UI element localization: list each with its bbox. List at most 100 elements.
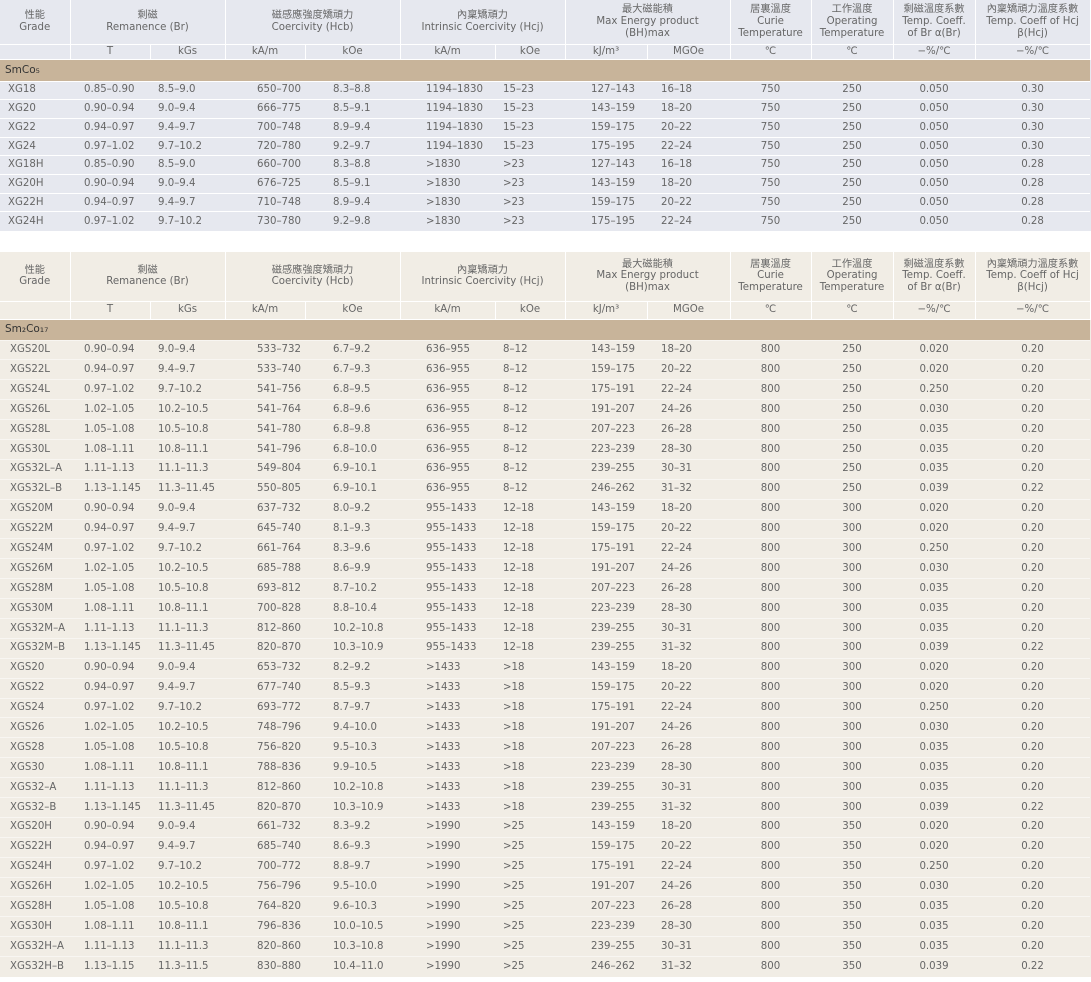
grade-cell: XGS22L	[0, 359, 70, 380]
value-cell: 31–32	[647, 956, 731, 977]
value-cell: 1.11–1.13	[70, 617, 150, 639]
value-cell: 16–18	[647, 155, 731, 175]
value-cell: 9.0–9.4	[150, 816, 226, 838]
value-cell: 645–740	[225, 518, 306, 539]
value-cell: 0.94–0.97	[70, 836, 150, 858]
value-cell: >1990	[400, 876, 496, 897]
value-cell: 250	[811, 339, 894, 360]
value-cell: 12–18	[495, 498, 566, 520]
value-cell: 0.020	[893, 339, 976, 360]
grade-cell: XGS28M	[0, 578, 70, 599]
value-cell: 28–30	[647, 438, 731, 460]
grade-cell: XG18	[0, 80, 70, 100]
value-cell: 700–748	[225, 117, 306, 138]
value-cell: 250	[811, 136, 894, 156]
value-cell: 246–262	[565, 956, 648, 977]
table-row: XGS28M 1.05–1.08 10.5–10.8 693–812 8.7–10.2 9…	[0, 578, 1091, 599]
value-cell: >18	[495, 677, 566, 699]
value-cell: 24–26	[647, 717, 731, 738]
value-cell: 10.2–10.5	[150, 558, 226, 579]
max-energy-header: 最大磁能積 Max Energy product (BH)max	[565, 0, 731, 44]
table-row: XGS24 0.97–1.02 9.7–10.2 693–772 8.7–9.7 >143…	[0, 697, 1091, 718]
table-row: XGS30 1.08–1.11 10.8–11.1 788–836 9.9–10.5 >1…	[0, 757, 1091, 778]
value-cell: 8.3–9.2	[305, 816, 401, 838]
value-cell: 8.5–9.0	[150, 80, 226, 100]
value-cell: 0.250	[893, 538, 976, 559]
table-row: XGS32M–B 1.13–1.145 11.3–11.45 820–870 10.3–…	[0, 637, 1091, 659]
remanence-header: 剩磁 Remanence (Br)	[70, 252, 226, 301]
value-cell: 18–20	[647, 339, 731, 360]
value-cell: 0.20	[975, 419, 1091, 440]
value-cell: 300	[811, 717, 894, 738]
value-cell: 10.5–10.8	[150, 896, 226, 917]
value-cell: 0.20	[975, 677, 1091, 699]
unit-cell: −%/℃	[893, 300, 976, 320]
value-cell: 223–239	[565, 598, 648, 619]
value-cell: 10.3–10.9	[305, 796, 401, 818]
value-cell: 0.035	[893, 896, 976, 917]
value-cell: 8.8–9.7	[305, 856, 401, 878]
grade-cell: XGS26H	[0, 876, 70, 897]
value-cell: 8.3–8.8	[305, 80, 401, 100]
value-cell: 159–175	[565, 518, 648, 539]
value-cell: 820–870	[225, 796, 306, 818]
value-cell: 8.5–9.3	[305, 677, 401, 699]
grade-cell: XGS32–A	[0, 777, 70, 798]
table-row: XG22 0.94–0.97 9.4–9.7 700–748 8.9–9.4 1194–1…	[0, 117, 1091, 138]
value-cell: 250	[811, 99, 894, 119]
value-cell: 0.20	[975, 777, 1091, 798]
table-row: XGS26L 1.02–1.05 10.2–10.5 541–764 6.8–9.6 63…	[0, 399, 1091, 420]
grade-cell: XGS32L–A	[0, 458, 70, 480]
value-cell: 9.0–9.4	[150, 99, 226, 119]
value-cell: 636–955	[400, 419, 496, 440]
value-cell: 0.20	[975, 737, 1091, 758]
grade-cell: XGS22H	[0, 836, 70, 858]
value-cell: >18	[495, 777, 566, 798]
value-cell: 10.2–10.5	[150, 876, 226, 897]
value-cell: 955–1433	[400, 598, 496, 619]
value-cell: 800	[730, 578, 812, 599]
value-cell: 9.0–9.4	[150, 173, 226, 194]
value-cell: 9.2–9.8	[305, 211, 401, 231]
section-label-smco5: SmCo₅	[0, 59, 1091, 81]
value-cell: 800	[730, 598, 812, 619]
value-cell: 250	[811, 419, 894, 440]
value-cell: >18	[495, 796, 566, 818]
value-cell: 8.3–8.8	[305, 155, 401, 175]
grade-cell: XGS24	[0, 697, 70, 718]
value-cell: 31–32	[647, 796, 731, 818]
section-label-sm2co17: Sm₂Co₁₇	[0, 319, 1091, 340]
value-cell: 0.97–1.02	[70, 379, 150, 400]
value-cell: 9.5–10.3	[305, 737, 401, 758]
remanence-header: 剩磁 Remanence (Br)	[70, 0, 226, 44]
value-cell: 1.05–1.08	[70, 737, 150, 758]
units-row: T kGs kA/m kOe kA/m kOe kJ/m³ MGOe ℃ ℃ −…	[0, 300, 1091, 320]
grade-cell: XGS32L–B	[0, 478, 70, 500]
value-cell: 756–820	[225, 737, 306, 758]
value-cell: 685–788	[225, 558, 306, 579]
value-cell: 541–764	[225, 399, 306, 420]
value-cell: 0.20	[975, 936, 1091, 957]
table-row: XG24H 0.97–1.02 9.7–10.2 730–780 9.2–9.8 >183…	[0, 211, 1091, 231]
value-cell: 0.20	[975, 876, 1091, 897]
table-row: XGS28 1.05–1.08 10.5–10.8 756–820 9.5–10.3 >1…	[0, 737, 1091, 758]
value-cell: 11.3–11.45	[150, 637, 226, 659]
max-energy-header: 最大磁能積 Max Energy product (BH)max	[565, 252, 731, 301]
value-cell: 239–255	[565, 936, 648, 957]
value-cell: 250	[811, 458, 894, 480]
value-cell: 16–18	[647, 80, 731, 100]
grade-cell: XGS32H–A	[0, 936, 70, 957]
value-cell: 143–159	[565, 99, 648, 119]
value-cell: 0.20	[975, 558, 1091, 579]
value-cell: 9.4–10.0	[305, 717, 401, 738]
value-cell: 11.1–11.3	[150, 777, 226, 798]
table-row: XGS30M 1.08–1.11 10.8–11.1 700–828 8.8–10.4 9…	[0, 598, 1091, 619]
value-cell: 207–223	[565, 896, 648, 917]
value-cell: 0.20	[975, 379, 1091, 400]
value-cell: 350	[811, 836, 894, 858]
value-cell: 800	[730, 339, 812, 360]
table-row: XGS32M–A 1.11–1.13 11.1–11.3 812–860 10.2–10…	[0, 617, 1091, 639]
value-cell: 0.90–0.94	[70, 173, 150, 194]
grade-cell: XG22	[0, 117, 70, 138]
value-cell: 207–223	[565, 737, 648, 758]
